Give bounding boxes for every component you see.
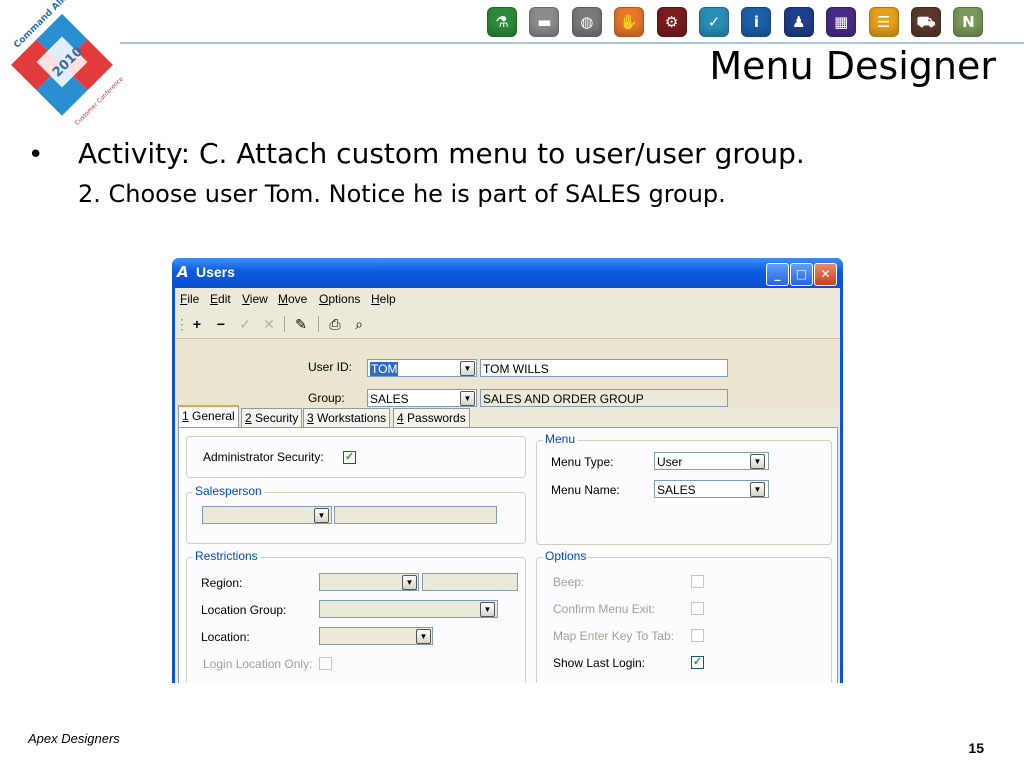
admin-security-checkbox[interactable]: ✓ [343, 451, 356, 464]
menu-view[interactable]: View [242, 292, 268, 306]
users-window: A Users _ □ ✕ File Edit View Move Option… [172, 258, 843, 683]
menu-type-label: Menu Type: [551, 455, 614, 469]
user-id-dropdown-icon[interactable]: ▼ [460, 361, 475, 376]
accept-icon[interactable]: ✓ [234, 314, 256, 334]
truck-icon: ⛟ [911, 7, 941, 37]
location-label: Location: [201, 630, 250, 644]
show-last-login-checkbox[interactable]: ✓ [691, 656, 704, 669]
location-dropdown-icon[interactable]: ▼ [416, 629, 431, 644]
beep-label: Beep: [553, 575, 585, 589]
person-icon: ♟ [783, 7, 814, 37]
options-title: Options [543, 549, 589, 563]
user-id-label: User ID: [308, 360, 353, 374]
menu-bar: File Edit View Move Options Help [175, 288, 840, 310]
maximize-button[interactable]: □ [790, 263, 813, 286]
flask-icon: ⚗ [487, 7, 517, 37]
menu-name-label: Menu Name: [551, 483, 620, 497]
group-label: Group: [308, 391, 345, 405]
confirm-menu-exit-label: Confirm Menu Exit: [553, 602, 656, 616]
beep-checkbox[interactable] [691, 575, 704, 588]
restrictions-group: Restrictions Region: ▼ Location Group: ▼… [186, 549, 526, 683]
admin-security-label: Administrator Security: [203, 450, 324, 464]
page-number: 15 [968, 740, 984, 756]
cancel-icon[interactable]: ✕ [258, 314, 280, 334]
confirm-menu-exit-checkbox[interactable] [691, 602, 704, 615]
location-group-dropdown-icon[interactable]: ▼ [480, 602, 495, 617]
tab-general[interactable]: 1 General [178, 405, 239, 428]
footer-company: Apex Designers [28, 731, 120, 746]
login-location-only-checkbox[interactable] [319, 657, 332, 670]
menu-move[interactable]: Move [278, 292, 307, 306]
login-location-only-label: Login Location Only: [203, 657, 313, 671]
salesperson-select[interactable] [202, 506, 332, 524]
menu-group: Menu Menu Type: User ▼ Menu Name: SALES … [536, 432, 832, 545]
user-name-field[interactable]: TOM WILLS [480, 359, 728, 377]
bullet-marker: • [28, 140, 44, 170]
conference-logo: 2010 Command Alkon Customer Conference [11, 0, 125, 125]
menu-type-dropdown-icon[interactable]: ▼ [750, 454, 765, 469]
grid-icon: ▦ [826, 7, 857, 37]
window-title: Users [196, 264, 235, 280]
menu-help[interactable]: Help [371, 292, 396, 306]
window-client: File Edit View Move Options Help ⋮ + − ✓… [175, 288, 840, 683]
gears-icon: ⚙ [656, 7, 687, 37]
restrictions-title: Restrictions [193, 549, 260, 563]
toolbar-grip[interactable]: ⋮ [175, 314, 189, 334]
region-description-field [422, 573, 518, 591]
admin-security-box: Administrator Security: ✓ [186, 436, 526, 478]
check-icon: ✓ [699, 7, 729, 37]
options-group: Options Beep: Confirm Menu Exit: Map Ent… [536, 549, 832, 683]
menu-name-dropdown-icon[interactable]: ▼ [750, 482, 765, 497]
close-button[interactable]: ✕ [814, 263, 837, 286]
remove-icon[interactable]: − [210, 314, 232, 334]
bullet-activity: Activity: C. Attach custom menu to user/… [78, 137, 805, 170]
tab-workstations[interactable]: 3 Workstations [303, 408, 391, 427]
window-toolbar: ⋮ + − ✓ ✕ ✎ ⎙ ⌕ [175, 310, 840, 339]
salesperson-dropdown-icon[interactable]: ▼ [314, 508, 329, 523]
region-dropdown-icon[interactable]: ▼ [402, 575, 417, 590]
salesperson-group: Salesperson ▼ [186, 484, 526, 544]
group-dropdown-icon[interactable]: ▼ [460, 391, 475, 406]
tray-icon: ▬ [529, 7, 560, 37]
menu-options[interactable]: Options [319, 292, 360, 306]
map-enter-key-checkbox[interactable] [691, 629, 704, 642]
list-icon: ☰ [868, 7, 899, 37]
region-label: Region: [201, 576, 243, 590]
minimize-button[interactable]: _ [766, 263, 789, 286]
bullet-step: 2. Choose user Tom. Notice he is part of… [78, 180, 726, 208]
print-preview-icon[interactable]: ⌕ [348, 314, 370, 334]
slide-title: Menu Designer [709, 44, 996, 88]
tab-security[interactable]: 2 Security [241, 408, 303, 427]
toolbar-separator [284, 316, 285, 332]
salesperson-name-field [334, 506, 497, 524]
group-description-field: SALES AND ORDER GROUP [480, 389, 728, 407]
show-last-login-label: Show Last Login: [553, 656, 646, 670]
menu-file[interactable]: File [180, 292, 199, 306]
edit-document-icon[interactable]: ✎ [290, 314, 312, 334]
menu-edit[interactable]: Edit [210, 292, 231, 306]
user-header-panel: User ID: TOM ▼ TOM WILLS Group: SALES ▼ … [175, 339, 840, 407]
user-id-value: TOM [370, 362, 399, 376]
location-group-select[interactable] [319, 600, 498, 618]
globe-icon: ◍ [571, 7, 602, 37]
window-titlebar[interactable]: A Users _ □ ✕ [172, 258, 843, 288]
toolbar-separator-2 [318, 316, 319, 332]
add-icon[interactable]: + [186, 314, 208, 334]
n-icon: N [953, 7, 984, 37]
info-icon: i [741, 7, 772, 37]
menu-group-title: Menu [543, 432, 578, 446]
location-group-label: Location Group: [201, 603, 287, 617]
hand-icon: ✋ [614, 7, 645, 37]
general-tab-panel: Administrator Security: ✓ Salesperson ▼ … [178, 427, 838, 683]
salesperson-title: Salesperson [193, 484, 264, 498]
app-icon: A [177, 263, 189, 281]
map-enter-key-label: Map Enter Key To Tab: [553, 629, 674, 643]
tab-passwords[interactable]: 4 Passwords [393, 408, 470, 427]
print-icon[interactable]: ⎙ [324, 314, 346, 334]
